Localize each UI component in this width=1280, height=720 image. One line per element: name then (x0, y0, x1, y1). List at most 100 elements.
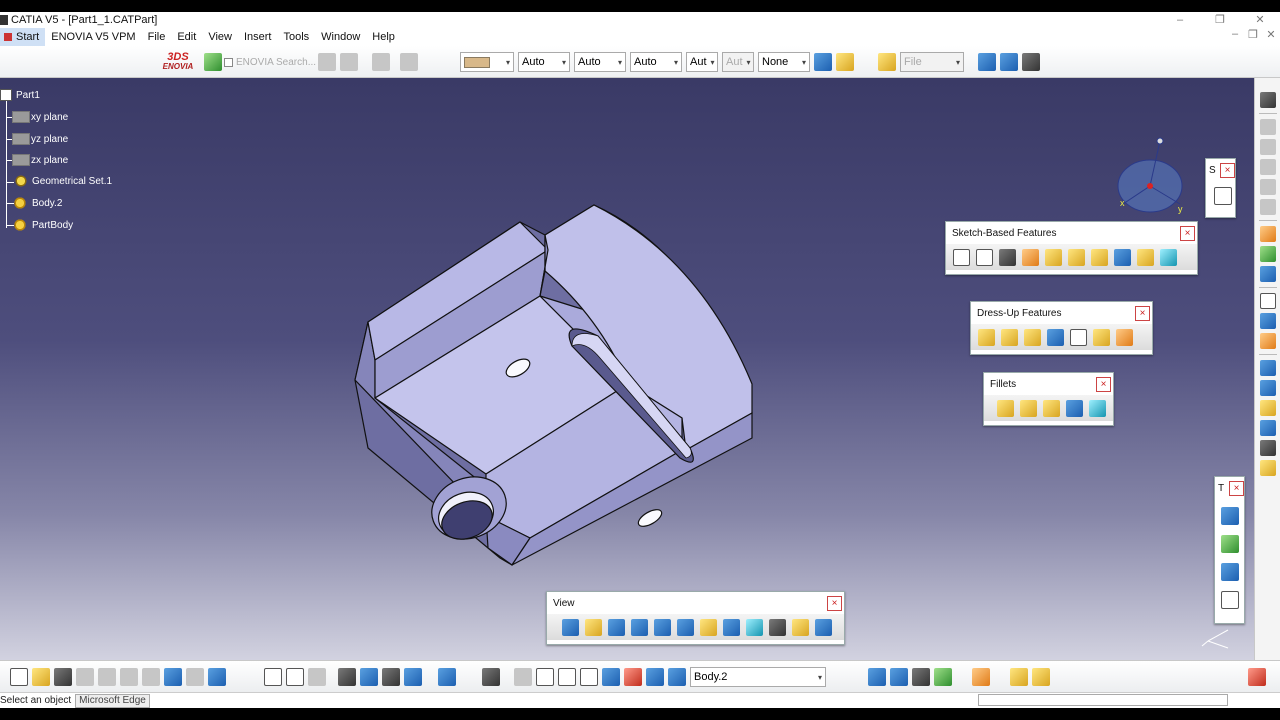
file-filter-dropdown[interactable]: File ▾ (900, 52, 964, 72)
fly-mode-icon[interactable] (562, 618, 579, 636)
property-dropdown-2[interactable]: Aut ▾ (722, 52, 754, 72)
knowledge-icon[interactable] (286, 668, 304, 686)
ruler-icon[interactable] (308, 668, 326, 686)
iso-view-icon[interactable] (746, 618, 763, 636)
close-icon[interactable]: × (1220, 163, 1235, 178)
measure-icon[interactable] (536, 668, 554, 686)
groove-icon[interactable] (1022, 248, 1039, 266)
close-icon[interactable]: × (1096, 377, 1111, 392)
close-icon[interactable]: × (827, 596, 842, 611)
menu-edit[interactable]: Edit (171, 28, 202, 46)
grid-icon[interactable] (1220, 563, 1239, 581)
material-icon[interactable] (1259, 460, 1276, 476)
view-toolbar-title[interactable]: View × (547, 592, 844, 614)
enovia-connect-icon[interactable] (204, 53, 222, 71)
hand-icon[interactable] (972, 668, 990, 686)
close-icon[interactable]: × (1135, 306, 1150, 321)
table-icon[interactable] (338, 668, 356, 686)
stiffener-icon[interactable] (1114, 248, 1131, 266)
pad-icon[interactable] (953, 248, 970, 266)
compass-icon[interactable] (602, 668, 620, 686)
measure-icon[interactable] (1259, 420, 1276, 436)
catalog-browser-icon[interactable] (978, 53, 996, 71)
tritangent-fillet-icon[interactable] (1089, 399, 1106, 417)
wheel-icon[interactable] (912, 668, 930, 686)
define-work-object-icon[interactable] (668, 668, 686, 686)
measure-between-icon[interactable] (1220, 507, 1239, 525)
enovia-logo[interactable]: 3DS ENOVIA (160, 52, 196, 72)
open-icon[interactable] (32, 668, 50, 686)
undo-icon[interactable] (164, 668, 182, 686)
select-icon[interactable] (1259, 226, 1276, 242)
menu-enovia[interactable]: ENOVIA V5 VPM (45, 28, 141, 46)
minimize-button[interactable]: – (1160, 12, 1200, 28)
part-model-svg[interactable] (0, 78, 1254, 660)
scan-icon[interactable] (624, 668, 642, 686)
update-icon[interactable] (514, 668, 532, 686)
remove-face-icon[interactable] (1116, 328, 1133, 346)
help-context-icon[interactable] (1022, 53, 1040, 71)
chordal-fillet-icon[interactable] (1043, 399, 1060, 417)
draft-icon[interactable] (1024, 328, 1041, 346)
plane-icon[interactable] (1259, 400, 1276, 416)
normal-view-icon[interactable] (700, 618, 717, 636)
sketch-based-features-title[interactable]: Sketch-Based Features × (946, 222, 1197, 244)
swap-visible-space-icon[interactable] (815, 618, 832, 636)
flag-note-icon[interactable] (1259, 313, 1276, 329)
shaft-icon[interactable] (1259, 159, 1276, 175)
menu-help[interactable]: Help (366, 28, 401, 46)
line-icon[interactable] (1259, 380, 1276, 396)
text-annotation-icon[interactable] (1259, 293, 1276, 309)
groove-icon[interactable] (1259, 179, 1276, 195)
edge-fillet-icon[interactable] (997, 399, 1014, 417)
face-face-fillet-icon[interactable] (1066, 399, 1083, 417)
analysis-icon[interactable] (1259, 440, 1276, 456)
enovia-send-icon[interactable] (372, 53, 391, 71)
snap-icon[interactable] (1220, 591, 1239, 609)
tools-toolbar-title[interactable]: T × (1215, 477, 1244, 499)
multi-sections-solid-icon[interactable] (1137, 248, 1154, 266)
body-selector-dropdown[interactable]: Body.2 ▾ (690, 667, 826, 687)
enovia-search-checkbox[interactable] (224, 57, 233, 67)
law-icon[interactable] (360, 668, 378, 686)
surface-icon[interactable] (934, 668, 952, 686)
insert-body-icon[interactable] (1259, 246, 1276, 262)
product-structure-icon[interactable] (1000, 53, 1018, 71)
gear-icon[interactable] (1259, 92, 1276, 108)
thickness-icon[interactable] (1070, 328, 1087, 346)
menu-file[interactable]: File (142, 28, 172, 46)
enovia-save-icon[interactable] (340, 53, 359, 71)
fit-all-icon[interactable] (585, 618, 602, 636)
boolean-icon[interactable] (1010, 668, 1028, 686)
magic-wand-icon[interactable] (836, 53, 854, 71)
menu-tools[interactable]: Tools (277, 28, 315, 46)
pocket-icon[interactable] (1259, 139, 1276, 155)
hide-show-icon[interactable] (792, 618, 809, 636)
doc-close-button[interactable]: ✕ (1262, 28, 1280, 41)
fillets-title[interactable]: Fillets × (984, 373, 1113, 395)
chamfer-icon[interactable] (1001, 328, 1018, 346)
constraint-icon[interactable] (1259, 333, 1276, 349)
camera-icon[interactable] (482, 668, 500, 686)
linetype-dropdown[interactable]: Auto ▾ (518, 52, 570, 72)
apply-material-icon[interactable] (404, 668, 422, 686)
open-folder-icon[interactable] (878, 53, 896, 71)
color-dropdown[interactable]: ▾ (460, 52, 514, 72)
3d-view-icon[interactable] (890, 668, 908, 686)
thread-icon[interactable] (1093, 328, 1110, 346)
sketcher-toolbar-title[interactable]: S × (1206, 159, 1235, 181)
pocket-icon[interactable] (976, 248, 993, 266)
capture-icon[interactable] (438, 668, 456, 686)
sketch-icon[interactable] (1214, 187, 1232, 205)
save-icon[interactable] (54, 668, 72, 686)
whats-this-icon[interactable] (208, 668, 226, 686)
menu-start[interactable]: Start (0, 28, 46, 46)
variable-fillet-icon[interactable] (1020, 399, 1037, 417)
slot-icon[interactable] (1091, 248, 1108, 266)
3d-viewport[interactable]: Part1 xy plane yz plane zx plane Geometr… (0, 78, 1254, 660)
cut-icon[interactable] (98, 668, 116, 686)
list-icon[interactable] (646, 668, 664, 686)
point-icon[interactable] (1259, 360, 1276, 376)
angle-icon[interactable] (580, 668, 598, 686)
split-icon[interactable] (1259, 266, 1276, 282)
